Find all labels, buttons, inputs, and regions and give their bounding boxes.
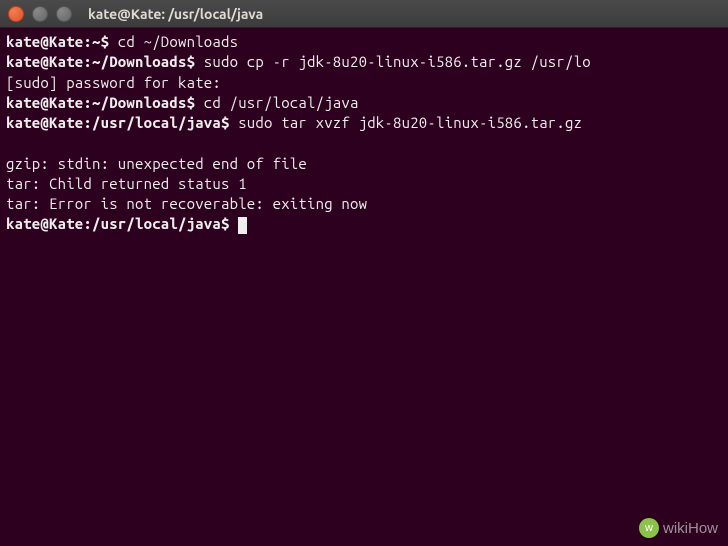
wikihow-logo-icon: w [639,518,659,538]
terminal-line: kate@Kate:/usr/local/java$ [6,214,722,234]
prompt: kate@Kate:~$ [6,33,109,50]
watermark: w wikiHow [639,518,718,538]
terminal-line: kate@Kate:~/Downloads$ sudo cp -r jdk-8u… [6,52,722,72]
minimize-icon[interactable] [32,6,48,22]
command-text: sudo tar xvzf jdk-8u20-linux-i586.tar.gz [230,114,583,131]
prompt: kate@Kate:~/Downloads$ [6,94,195,111]
prompt: kate@Kate:/usr/local/java$ [6,215,230,232]
command-text: sudo cp -r jdk-8u20-linux-i586.tar.gz /u… [195,53,591,70]
titlebar: kate@Kate: /usr/local/java [0,0,728,28]
terminal-line: kate@Kate:~/Downloads$ cd /usr/local/jav… [6,93,722,113]
cursor-block [238,217,247,234]
watermark-text: wikiHow [663,520,718,537]
command-text [230,215,239,232]
terminal-line: kate@Kate:~$ cd ~/Downloads [6,32,722,52]
terminal-line [6,133,722,153]
command-text: cd /usr/local/java [195,94,358,111]
command-text: cd ~/Downloads [109,33,238,50]
window-controls [8,6,72,22]
prompt: kate@Kate:~/Downloads$ [6,53,195,70]
terminal-line: [sudo] password for kate: [6,73,722,93]
close-icon[interactable] [8,6,24,22]
window-title: kate@Kate: /usr/local/java [88,6,263,22]
terminal-line: tar: Error is not recoverable: exiting n… [6,194,722,214]
terminal-line: kate@Kate:/usr/local/java$ sudo tar xvzf… [6,113,722,133]
terminal-body[interactable]: kate@Kate:~$ cd ~/Downloadskate@Kate:~/D… [0,28,728,239]
terminal-line: gzip: stdin: unexpected end of file [6,154,722,174]
prompt: kate@Kate:/usr/local/java$ [6,114,230,131]
maximize-icon[interactable] [56,6,72,22]
terminal-line: tar: Child returned status 1 [6,174,722,194]
